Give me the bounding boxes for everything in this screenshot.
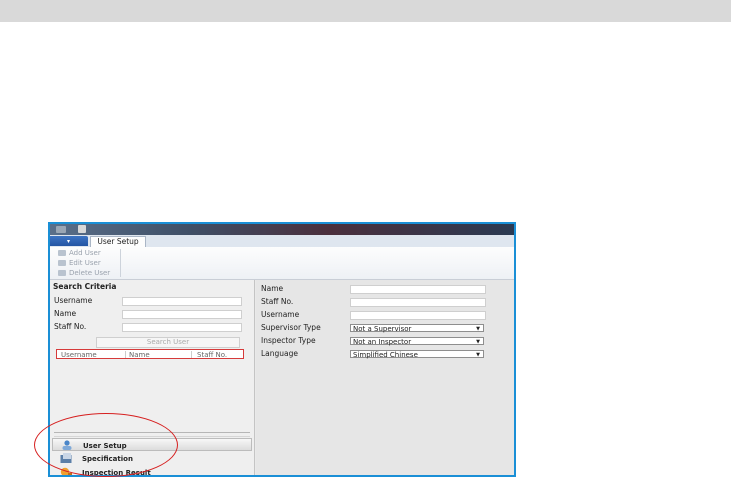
ribbon-divider: [120, 249, 121, 277]
language-select[interactable]: Simplified Chinese ▼: [350, 350, 484, 359]
ribbon-toolbar: Add User Edit User Delete User: [50, 247, 514, 280]
add-user-icon: [58, 250, 66, 256]
search-panel: Search Criteria Username Name Staff No. …: [50, 280, 255, 475]
tab-user-setup[interactable]: User Setup: [90, 236, 146, 247]
supervisor-type-select[interactable]: Not a Supervisor ▼: [350, 324, 484, 333]
search-user-button[interactable]: Search User: [96, 337, 240, 348]
dropdown-arrow-icon: ▼: [476, 339, 480, 345]
name-label: Name: [261, 284, 284, 293]
staff-no-input[interactable]: [350, 298, 486, 307]
specification-icon: [60, 453, 72, 463]
column-divider: [125, 351, 126, 358]
user-detail-panel: Name Staff No. Username Supervisor Type …: [256, 280, 514, 475]
inspector-type-label: Inspector Type: [261, 336, 316, 345]
inspector-type-select[interactable]: Not an Inspector ▼: [350, 337, 484, 346]
language-label: Language: [261, 349, 299, 358]
username-input[interactable]: [350, 311, 486, 320]
column-header-username[interactable]: Username: [61, 351, 97, 359]
ribbon-tab-row: ▾ User Setup: [50, 235, 514, 247]
supervisor-type-label: Supervisor Type: [261, 323, 321, 332]
nav-splitter[interactable]: [54, 432, 250, 437]
delete-user-icon: [58, 270, 66, 276]
nav-item-user-setup[interactable]: User Setup: [52, 438, 252, 451]
username-label: Username: [261, 310, 300, 319]
search-name-label: Name: [54, 309, 77, 318]
application-menu-button[interactable]: ▾: [50, 236, 88, 246]
search-staff-label: Staff No.: [54, 322, 87, 331]
chevron-down-icon: ▾: [67, 238, 71, 245]
search-criteria-header: Search Criteria: [53, 282, 117, 291]
app-window: ▾ User Setup Add User Edit User Delete U…: [48, 222, 516, 477]
delete-user-button[interactable]: Delete User: [58, 269, 110, 278]
search-staff-input[interactable]: [122, 323, 242, 332]
dropdown-arrow-icon: ▼: [476, 352, 480, 358]
edit-user-button[interactable]: Edit User: [58, 259, 101, 268]
add-user-button[interactable]: Add User: [58, 249, 101, 258]
column-header-staff[interactable]: Staff No.: [197, 351, 227, 359]
nav-item-inspection-result[interactable]: Inspection Result: [52, 466, 252, 475]
window-menu-icon[interactable]: [56, 226, 66, 233]
name-input[interactable]: [350, 285, 486, 294]
search-name-input[interactable]: [122, 310, 242, 319]
results-grid-header: Username Name Staff No.: [56, 349, 244, 359]
edit-user-icon: [58, 260, 66, 266]
dropdown-arrow-icon: ▼: [476, 326, 480, 332]
app-icon: [78, 225, 86, 233]
inspection-result-icon: [60, 467, 72, 475]
search-username-input[interactable]: [122, 297, 242, 306]
staff-no-label: Staff No.: [261, 297, 294, 306]
top-gray-bar: [0, 0, 731, 22]
nav-item-specification[interactable]: Specification: [52, 452, 252, 465]
search-username-label: Username: [54, 296, 93, 305]
window-titlebar: [50, 224, 514, 235]
column-header-name[interactable]: Name: [129, 351, 150, 359]
user-icon: [62, 440, 72, 450]
column-divider: [191, 351, 192, 358]
